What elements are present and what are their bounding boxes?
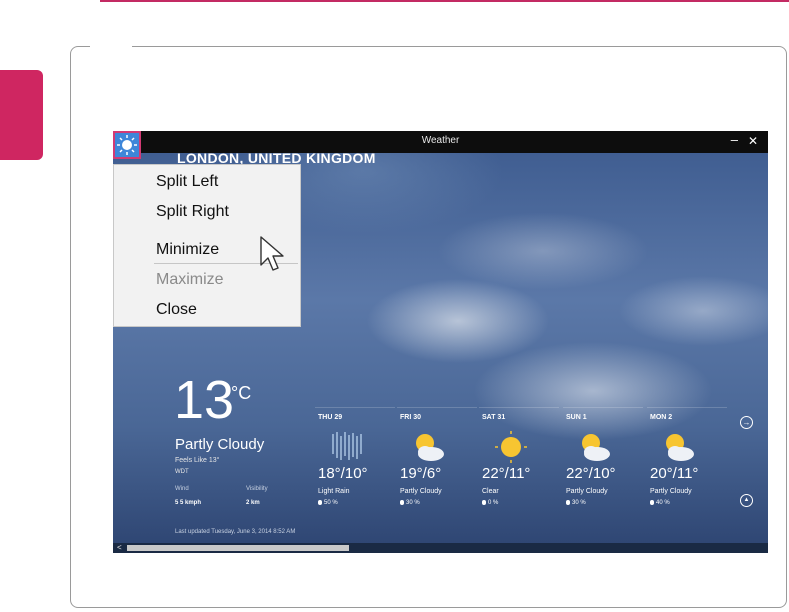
forecast-day[interactable]: SAT 31 22°/11° Clear 0 %	[479, 407, 559, 518]
current-temperature: 13	[174, 370, 235, 430]
forecast-temp: 22°/11°	[482, 465, 531, 482]
temperature-unit: °C	[231, 383, 252, 403]
sun-icon	[117, 135, 137, 155]
forecast-precip: 30 %	[400, 500, 420, 506]
menu-item-minimize[interactable]: Minimize	[156, 241, 219, 259]
feels-like: Feels Like 13°	[175, 457, 220, 464]
mouse-cursor-icon	[260, 236, 284, 271]
rain-icon	[332, 432, 362, 460]
minimize-button[interactable]: –	[731, 132, 738, 147]
forecast-day[interactable]: FRI 30 19°/6° Partly Cloudy 30 %	[397, 407, 477, 518]
forecast-precip: 40 %	[650, 500, 670, 506]
forecast-condition: Partly Cloudy	[566, 488, 608, 495]
forecast-precip: 50 %	[318, 500, 338, 506]
partly-cloudy-icon	[666, 434, 694, 461]
forecast-precip: 30 %	[566, 500, 586, 506]
forecast-temp: 22°/10°	[566, 465, 616, 482]
forecast-day-label: SUN 1	[566, 414, 587, 421]
visibility-label: Visibility	[246, 486, 268, 492]
horizontal-scrollbar[interactable]: <	[113, 543, 768, 553]
precip-value: 30 %	[406, 500, 420, 507]
system-menu-button[interactable]	[113, 131, 141, 159]
wind-value: 5 5 kmph	[175, 500, 202, 506]
forecast-day[interactable]: THU 29 18°/10° Light Rain 50 %	[315, 407, 395, 518]
forecast-condition: Partly Cloudy	[650, 488, 692, 495]
forecast-condition: Light Rain	[318, 488, 350, 495]
forecast-next-button[interactable]: →	[740, 416, 753, 429]
forecast-day-label: SAT 31	[482, 414, 506, 421]
system-context-menu: Split Left Split Right Minimize Maximize…	[113, 164, 301, 327]
forecast-precip: 0 %	[482, 500, 498, 506]
menu-item-maximize: Maximize	[156, 271, 224, 288]
menu-item-split-right[interactable]: Split Right	[156, 203, 229, 221]
forecast-day[interactable]: SUN 1 22°/10° Partly Cloudy 30 %	[563, 407, 643, 518]
menu-item-close[interactable]: Close	[156, 301, 197, 319]
forecast-condition: Partly Cloudy	[400, 488, 442, 495]
expand-details-button[interactable]: ▲	[740, 494, 753, 507]
scroll-left-icon[interactable]: <	[117, 543, 122, 553]
frame-gap	[90, 44, 132, 50]
scrollbar-thumb[interactable]	[127, 545, 349, 551]
forecast-day-label: THU 29	[318, 414, 343, 421]
side-tab	[0, 70, 43, 160]
precip-value: 50 %	[324, 500, 338, 507]
forecast-temp: 18°/10°	[318, 465, 368, 482]
forecast-day-label: MON 2	[650, 414, 673, 421]
precip-value: 40 %	[656, 500, 670, 507]
precip-value: 0 %	[488, 500, 499, 507]
close-button[interactable]: ✕	[748, 134, 758, 148]
header-rule	[100, 0, 789, 2]
sun-icon	[495, 431, 527, 463]
window-title: Weather	[421, 135, 460, 146]
data-source: WDT	[175, 469, 189, 475]
visibility-value: 2 km	[246, 500, 260, 506]
drop-icon	[400, 500, 404, 505]
last-updated: Last updated Tuesday, June 3, 2014 8:52 …	[175, 529, 296, 535]
forecast-day-label: FRI 30	[400, 414, 422, 421]
forecast-temp: 19°/6°	[400, 465, 442, 482]
weather-app-window: Weather – ✕ LONDON, UNITED KINGDOM Split…	[113, 131, 768, 553]
partly-cloudy-icon	[582, 434, 610, 461]
wind-label: Wind	[175, 486, 189, 492]
forecast-condition: Clear	[482, 488, 499, 495]
drop-icon	[318, 500, 322, 505]
drop-icon	[566, 500, 570, 505]
drop-icon	[650, 500, 654, 505]
precip-value: 30 %	[572, 500, 586, 507]
menu-item-split-left[interactable]: Split Left	[156, 173, 218, 191]
forecast-day[interactable]: MON 2 20°/11° Partly Cloudy 40 %	[647, 407, 727, 518]
drop-icon	[482, 500, 486, 505]
partly-cloudy-icon	[416, 434, 444, 461]
current-condition: Partly Cloudy	[175, 436, 265, 453]
forecast-temp: 20°/11°	[650, 465, 699, 482]
